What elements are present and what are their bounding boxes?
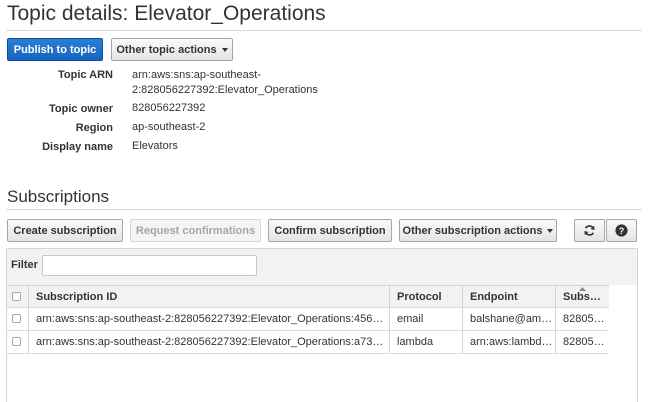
caret-down-icon bbox=[221, 47, 228, 52]
publish-to-topic-button[interactable]: Publish to topic bbox=[7, 38, 103, 61]
row-checkbox[interactable] bbox=[12, 337, 21, 346]
refresh-button[interactable] bbox=[574, 219, 605, 242]
topic-arn-line-2: 2:828056227392:Elevator_Operations bbox=[132, 84, 318, 96]
subscriptions-table-header: Subscription ID Protocol Endpoint Subs… bbox=[7, 285, 609, 308]
help-icon: ? bbox=[615, 224, 628, 237]
confirm-subscription-button[interactable]: Confirm subscription bbox=[268, 219, 392, 242]
topic-owner-value: 828056227392 bbox=[132, 102, 206, 114]
row-checkbox[interactable] bbox=[12, 314, 21, 323]
caret-down-icon bbox=[547, 228, 554, 233]
other-topic-actions-button[interactable]: Other topic actions bbox=[111, 38, 233, 61]
column-subscription-id[interactable]: Subscription ID bbox=[29, 286, 389, 308]
subscription-id-cell: arn:aws:sns:ap-southeast-2:828056227392:… bbox=[36, 336, 389, 348]
endpoint-cell: balshane@ama… bbox=[470, 313, 555, 325]
select-all-checkbox[interactable] bbox=[12, 292, 21, 301]
table-row[interactable]: arn:aws:sns:ap-southeast-2:828056227392:… bbox=[7, 308, 609, 331]
create-subscription-button[interactable]: Create subscription bbox=[7, 219, 123, 242]
subscriptions-title: Subscriptions bbox=[7, 187, 110, 206]
topic-owner-label: Topic owner bbox=[49, 103, 113, 115]
topic-arn-label: Topic ARN bbox=[58, 69, 113, 81]
region-value: ap-southeast-2 bbox=[132, 121, 206, 133]
topic-arn-value: arn:aws:sns:ap-southeast- 2:828056227392… bbox=[132, 68, 318, 98]
filter-input[interactable] bbox=[42, 255, 257, 276]
request-confirmations-label: Request confirmations bbox=[135, 224, 256, 237]
confirm-subscription-label: Confirm subscription bbox=[274, 224, 386, 237]
subscriptions-divider bbox=[6, 209, 642, 210]
protocol-cell: email bbox=[397, 313, 424, 325]
other-subscription-actions-button[interactable]: Other subscription actions bbox=[399, 219, 557, 242]
subscription-id-cell: arn:aws:sns:ap-southeast-2:828056227392:… bbox=[36, 313, 389, 325]
create-subscription-label: Create subscription bbox=[13, 224, 117, 237]
endpoint-cell: arn:aws:lambd… bbox=[470, 336, 553, 348]
topic-arn-line-1: arn:aws:sns:ap-southeast- bbox=[132, 69, 262, 81]
subscriber-cell: 82805… bbox=[563, 313, 605, 325]
sort-asc-icon[interactable] bbox=[579, 287, 586, 291]
protocol-cell: lambda bbox=[397, 336, 434, 348]
column-protocol[interactable]: Protocol bbox=[390, 286, 462, 308]
display-name-value: Elevators bbox=[132, 140, 178, 152]
region-label: Region bbox=[75, 122, 113, 134]
page-title: Topic details: Elevator_Operations bbox=[7, 2, 326, 25]
filter-label: Filter bbox=[11, 259, 38, 271]
display-name-label: Display name bbox=[42, 141, 113, 153]
other-subscription-actions-label: Other subscription actions bbox=[402, 224, 543, 237]
column-endpoint[interactable]: Endpoint bbox=[463, 286, 555, 308]
subscriber-cell: 82805… bbox=[563, 336, 605, 348]
other-topic-actions-label: Other topic actions bbox=[116, 43, 217, 56]
title-divider bbox=[6, 30, 642, 31]
refresh-icon bbox=[584, 225, 595, 236]
request-confirmations-button[interactable]: Request confirmations bbox=[130, 219, 261, 242]
svg-text:?: ? bbox=[619, 226, 624, 236]
table-row[interactable]: arn:aws:sns:ap-southeast-2:828056227392:… bbox=[7, 331, 609, 354]
publish-to-topic-label: Publish to topic bbox=[13, 43, 97, 56]
help-button[interactable]: ? bbox=[606, 219, 637, 242]
